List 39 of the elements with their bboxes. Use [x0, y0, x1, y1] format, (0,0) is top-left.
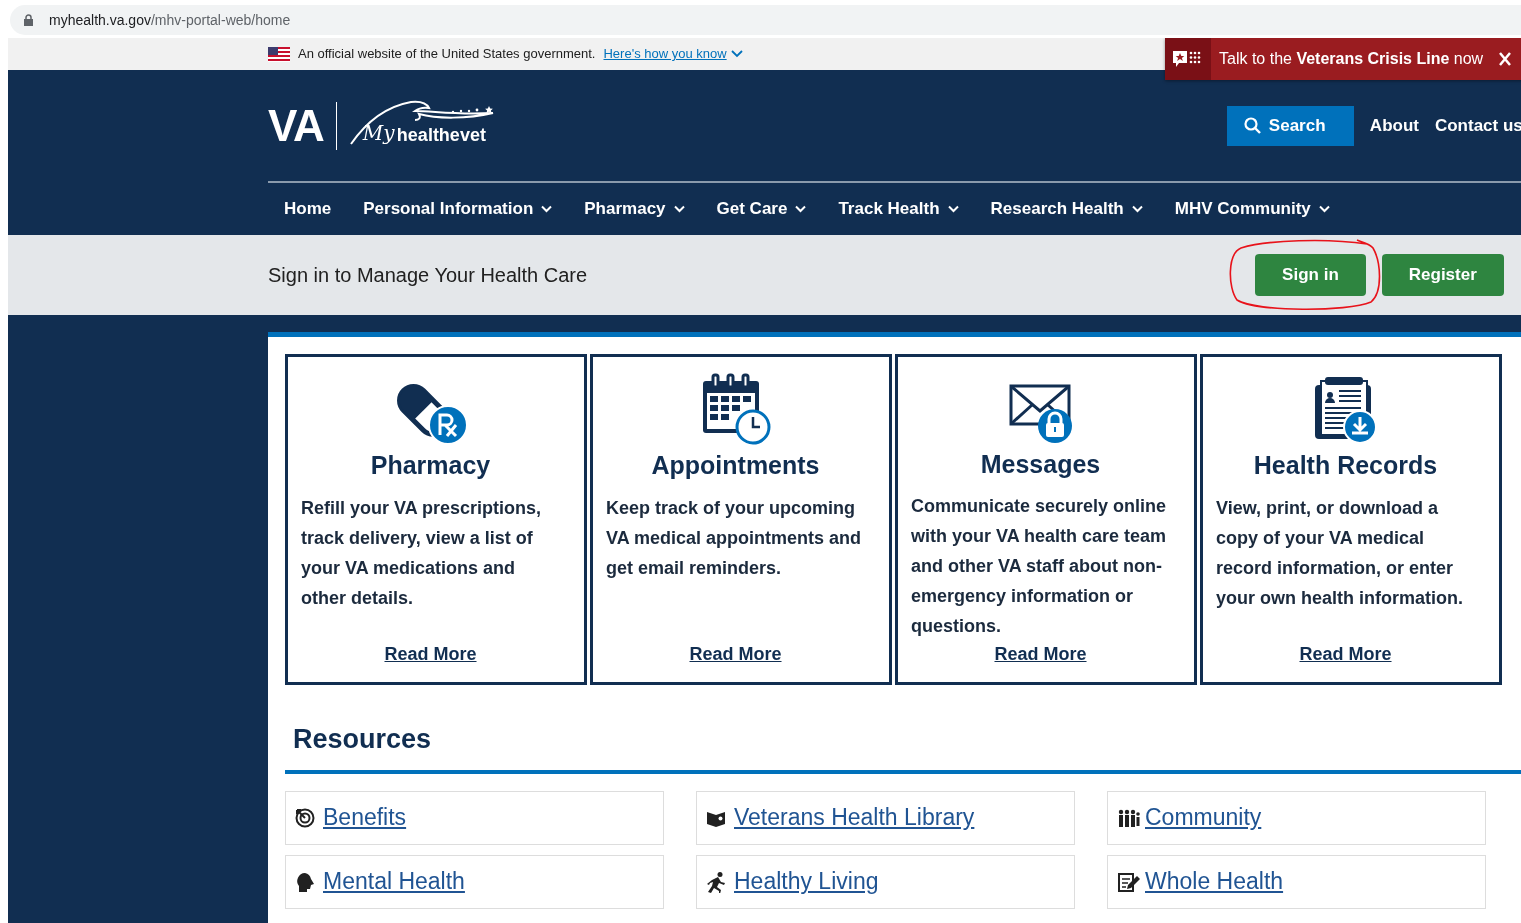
feature-description: View, print, or download a copy of your VA medical record information, or enter your own health information.: [1216, 496, 1464, 610]
nav-menu-item[interactable]: MHV Community: [1158, 196, 1346, 222]
logo-text[interactable]: VA: [268, 92, 324, 159]
resource-link[interactable]: Healthy Living: [734, 864, 879, 899]
url-text[interactable]: myhealth.va.gov/mhv-portal-web/home: [49, 9, 291, 31]
logo-script-text: My: [362, 120, 395, 147]
resource-link[interactable]: Veterans Health Library: [734, 800, 975, 835]
sign-in-heading: Sign in to Manage Your Health Care: [268, 263, 588, 288]
search-button[interactable]: Search: [1226, 105, 1354, 146]
nav-menu-item[interactable]: Home: [268, 196, 348, 222]
nav-menu-item[interactable]: Personal Information: [347, 196, 569, 222]
read-more-link[interactable]: Read More: [384, 641, 477, 668]
nav-menu-item[interactable]: Research Health: [974, 196, 1159, 222]
feature-description: Refill your VA prescriptions, track delivery, view a list of your VA medications and other details.: [301, 496, 543, 610]
resource-link[interactable]: Community: [1145, 800, 1262, 835]
sign-button[interactable]: Register: [1381, 254, 1504, 296]
read-more-link[interactable]: Read More: [689, 641, 782, 668]
read-more-link[interactable]: Read More: [1299, 641, 1392, 668]
sign-button[interactable]: Sign in: [1255, 254, 1366, 296]
crisis-line-text: Talk to the Veterans Crisis Line now: [1219, 49, 1484, 69]
resources-heading: Resources: [293, 723, 433, 756]
resource-link[interactable]: Mental Health: [323, 864, 465, 899]
nav-menu-item[interactable]: Pharmacy: [568, 196, 701, 222]
nav-menu-item[interactable]: Get Care: [700, 196, 823, 222]
crisis-line-banner[interactable]: Talk to the Veterans Crisis Line now: [1165, 38, 1521, 80]
feature-title: Pharmacy: [370, 450, 491, 481]
feature-title: Health Records: [1253, 450, 1438, 481]
official-website-text: An official website of the United States government.: [298, 45, 596, 64]
feature-description: Communicate securely online with your VA health care team and other VA staff about non-emergency information or questions.: [911, 495, 1168, 638]
logo-wordmark: healthevet: [396, 124, 486, 147]
feature-description: Keep track of your upcoming VA medical appointments and get email reminders.: [606, 496, 863, 580]
resource-link[interactable]: Whole Health: [1145, 864, 1284, 899]
read-more-link[interactable]: Read More: [994, 641, 1087, 668]
nav-menu-item[interactable]: Track Health: [822, 196, 975, 222]
how-you-know-link[interactable]: Here's how you know: [603, 44, 727, 64]
resource-link[interactable]: Benefits: [323, 800, 407, 835]
feature-title: Appointments: [651, 450, 820, 481]
feature-title: Messages: [980, 448, 1101, 480]
header-link[interactable]: About: [1369, 112, 1419, 139]
